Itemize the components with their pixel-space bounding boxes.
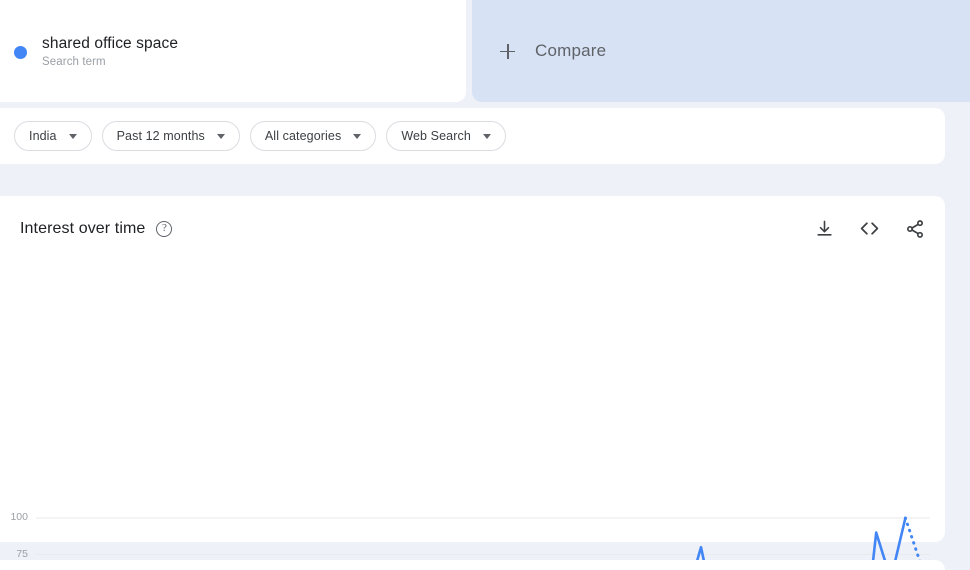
chevron-down-icon [216, 133, 225, 139]
series-color-dot [14, 45, 27, 59]
chevron-down-icon [353, 133, 362, 139]
google-trends-page: shared office space Search term Compare … [0, 0, 970, 570]
search-term-title: shared office space [42, 34, 179, 52]
search-term-subtitle: Search term [42, 55, 106, 68]
next-card-strip [0, 560, 945, 570]
interest-over-time-card: Interest over time ? 100 75 [0, 196, 945, 570]
filter-bar: India Past 12 months All categories Web … [0, 108, 945, 164]
plus-icon [500, 43, 515, 59]
download-icon[interactable] [815, 219, 834, 238]
chart-plot-area: 100 75 50 25 Apr 24, 2022 Aug 14, 2022 D… [0, 486, 945, 570]
y-tick-100: 100 [10, 511, 28, 523]
chevron-down-icon [482, 133, 491, 139]
filter-timerange[interactable]: Past 12 months [101, 121, 240, 151]
filter-location[interactable]: India [14, 121, 92, 151]
search-term-card[interactable]: shared office space Search term [0, 0, 466, 102]
compare-label: Compare [535, 41, 607, 60]
chart-header-actions [815, 218, 925, 239]
filter-search-type-label: Web Search [401, 129, 471, 143]
chevron-down-icon [68, 133, 77, 139]
filter-location-label: India [29, 129, 57, 143]
filter-category[interactable]: All categories [249, 121, 377, 151]
y-tick-75: 75 [16, 547, 28, 560]
share-icon[interactable] [905, 219, 925, 239]
filter-category-label: All categories [264, 129, 342, 143]
filter-timerange-label: Past 12 months [116, 129, 205, 143]
page-title: Interest over time [20, 219, 146, 237]
search-terms-row: shared office space Search term Compare [0, 0, 970, 102]
search-term-texts: shared office space Search term [42, 35, 178, 68]
chart-header: Interest over time ? [20, 218, 925, 239]
help-icon[interactable]: ? [156, 220, 173, 237]
embed-code-icon[interactable] [859, 218, 880, 239]
compare-button[interactable]: Compare [472, 0, 970, 102]
filter-search-type[interactable]: Web Search [386, 121, 506, 151]
chart-header-left: Interest over time ? [20, 219, 173, 238]
trends-line-chart[interactable] [0, 486, 945, 570]
